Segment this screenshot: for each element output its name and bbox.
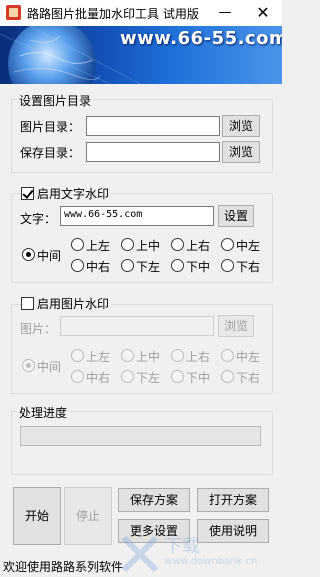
- image-pos-top-left-label: 上左: [86, 350, 111, 364]
- image-pos-bottom-center-label: 下中: [186, 371, 211, 385]
- text-pos-center-radio[interactable]: [22, 248, 35, 261]
- text-pos-bottom-right-radio[interactable]: [221, 259, 234, 272]
- app-icon: [6, 5, 21, 20]
- progress-bar: [20, 426, 261, 446]
- text-pos-top-left-radio[interactable]: [71, 238, 84, 251]
- image-pos-mid-left-radio[interactable]: [221, 349, 234, 362]
- site-logo-icon: [121, 535, 159, 573]
- directory-group-label: 设置图片目录: [17, 92, 94, 109]
- image-pos-mid-right-radio[interactable]: [71, 370, 84, 383]
- watermark-text-input[interactable]: www.66-55.com: [60, 206, 214, 226]
- save-dir-browse-button[interactable]: 浏览: [222, 141, 260, 163]
- text-pos-top-center-label: 上中: [136, 239, 161, 253]
- text-pos-bottom-left-label: 下左: [136, 260, 161, 274]
- site-url: www.downbank.cn: [164, 556, 258, 567]
- text-label: 文字：: [20, 212, 57, 226]
- text-pos-mid-right-radio[interactable]: [71, 259, 84, 272]
- image-watermark-label: 启用图片水印: [35, 295, 112, 312]
- save-dir-input[interactable]: [86, 142, 220, 162]
- open-scheme-button[interactable]: 打开方案: [197, 488, 269, 512]
- image-pos-bottom-left-radio[interactable]: [121, 370, 134, 383]
- text-pos-bottom-left-radio[interactable]: [121, 259, 134, 272]
- text-pos-top-right-label: 上右: [186, 239, 211, 253]
- save-scheme-button[interactable]: 保存方案: [118, 488, 190, 512]
- window-title: 路路图片批量加水印工具 试用版: [27, 7, 199, 21]
- image-watermark-checkbox[interactable]: [21, 297, 34, 310]
- image-pos-center-radio[interactable]: [22, 359, 35, 372]
- progress-group-label: 处理进度: [17, 404, 70, 421]
- save-dir-label: 保存目录：: [20, 146, 81, 160]
- start-button[interactable]: 开始: [13, 487, 61, 545]
- image-pos-top-right-label: 上右: [186, 350, 211, 364]
- banner: www.66-55.com: [0, 26, 282, 84]
- text-watermark-label: 启用文字水印: [35, 185, 112, 202]
- text-pos-top-right-radio[interactable]: [171, 238, 184, 251]
- text-pos-bottom-center-radio[interactable]: [171, 259, 184, 272]
- minimize-button[interactable]: —: [206, 0, 244, 26]
- close-button[interactable]: ✕: [244, 0, 282, 26]
- title-bar: 路路图片批量加水印工具 试用版 — ✕: [0, 0, 282, 27]
- text-pos-top-left-label: 上左: [86, 239, 111, 253]
- image-pos-top-right-radio[interactable]: [171, 349, 184, 362]
- text-pos-bottom-right-label: 下右: [236, 260, 261, 274]
- image-pos-top-left-radio[interactable]: [71, 349, 84, 362]
- image-pos-mid-right-label: 中右: [86, 371, 111, 385]
- image-dir-browse-button[interactable]: 浏览: [222, 115, 260, 137]
- image-pos-bottom-center-radio[interactable]: [171, 370, 184, 383]
- text-pos-mid-right-label: 中右: [86, 260, 111, 274]
- image-pos-bottom-left-label: 下左: [136, 371, 161, 385]
- image-label: 图片：: [20, 322, 57, 336]
- image-pos-center-label: 中间: [37, 360, 62, 374]
- text-pos-mid-left-radio[interactable]: [221, 238, 234, 251]
- image-pos-mid-left-label: 中左: [236, 350, 261, 364]
- text-watermark-checkbox[interactable]: [21, 187, 34, 200]
- stop-button[interactable]: 停止: [64, 487, 112, 545]
- image-dir-input[interactable]: [86, 116, 220, 136]
- image-browse-button[interactable]: 浏览: [218, 315, 254, 337]
- watermark-image-input[interactable]: [60, 316, 214, 336]
- site-watermark: 下载 www.downbank.cn: [120, 530, 280, 576]
- banner-url: www.66-55.com: [120, 28, 282, 49]
- image-pos-bottom-right-label: 下右: [236, 371, 261, 385]
- text-pos-center-label: 中间: [37, 249, 62, 263]
- text-settings-button[interactable]: 设置: [218, 205, 254, 227]
- text-pos-top-center-radio[interactable]: [121, 238, 134, 251]
- site-text: 下载: [164, 536, 200, 557]
- image-pos-top-center-label: 上中: [136, 350, 161, 364]
- status-text: 欢迎使用路路系列软件: [3, 560, 124, 574]
- image-dir-label: 图片目录：: [20, 120, 81, 134]
- image-pos-top-center-radio[interactable]: [121, 349, 134, 362]
- text-pos-mid-left-label: 中左: [236, 239, 261, 253]
- text-pos-bottom-center-label: 下中: [186, 260, 211, 274]
- image-pos-bottom-right-radio[interactable]: [221, 370, 234, 383]
